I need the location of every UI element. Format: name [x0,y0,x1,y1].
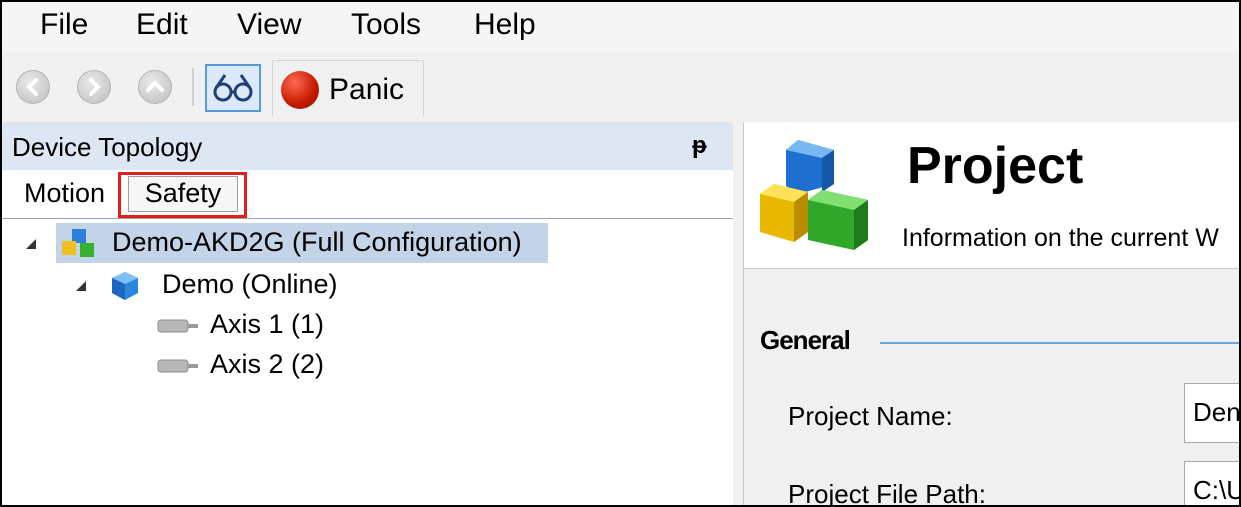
project-header: Project Information on the current W [744,122,1239,269]
panel-title: Device Topology [12,132,203,162]
project-file-path-field[interactable]: C:\U [1184,461,1239,505]
project-body: General Project Name: Den Project File P… [744,269,1239,507]
menu-bar: File Edit View Tools Help [2,2,1239,52]
panel-header: Device Topology ᵽ [2,122,733,170]
tree-label-device: Demo (Online) [162,269,338,299]
expanded-triangle-icon[interactable] [24,237,38,251]
topology-tabs: Motion Safety [2,170,733,218]
device-cube-icon [112,272,138,300]
tree-row-axis-1[interactable]: Axis 1 (1) [2,305,733,345]
project-cubes-icon [62,229,94,257]
tab-motion[interactable]: Motion [24,178,105,209]
panic-label: Panic [329,73,405,106]
motor-axis-icon [157,359,198,373]
forward-button[interactable] [77,70,111,104]
toolbar-separator [192,68,194,106]
panel-splitter[interactable] [733,122,743,505]
glasses-icon [213,74,253,102]
project-name-label: Project Name: [788,401,953,431]
motor-axis-icon [157,319,198,333]
app-window: File Edit View Tools Help Panic Device T… [0,0,1241,507]
section-divider [880,342,1239,344]
tree-label-axis-1: Axis 1 (1) [210,309,325,339]
toolbar: Panic [2,56,1239,118]
tree-label-root: Demo-AKD2G (Full Configuration) [112,227,522,257]
device-topology-panel: Device Topology ᵽ Motion Safety Demo-AKD… [2,122,733,505]
highlight-box [118,172,247,218]
up-arrow-icon [146,80,164,92]
menu-view[interactable]: View [237,8,301,42]
up-button[interactable] [138,70,172,104]
back-arrow-icon [26,78,38,96]
watch-button[interactable] [205,64,261,112]
page-subtitle: Information on the current W [902,224,1219,252]
project-cubes-icon [760,140,868,250]
stop-circle-icon [281,71,319,109]
back-button[interactable] [16,70,50,104]
menu-edit[interactable]: Edit [136,8,188,42]
menu-help[interactable]: Help [474,8,536,42]
expanded-triangle-icon[interactable] [74,279,88,293]
section-title-general: General [760,325,851,355]
menu-tools[interactable]: Tools [351,8,421,42]
project-name-field[interactable]: Den [1184,383,1239,443]
panic-button[interactable]: Panic [272,60,424,116]
tree-row-axis-2[interactable]: Axis 2 (2) [2,345,733,385]
menu-file[interactable]: File [40,8,88,42]
forward-arrow-icon [89,78,101,96]
pin-icon[interactable]: ᵽ [692,132,707,160]
project-file-path-label: Project File Path: [788,479,986,507]
tree-label-axis-2: Axis 2 (2) [210,349,325,379]
tree-row-root[interactable]: Demo-AKD2G (Full Configuration) [2,223,733,263]
tree-row-device[interactable]: Demo (Online) [2,265,733,305]
page-title: Project [907,137,1084,195]
topology-tree: Demo-AKD2G (Full Configuration) Demo (On… [2,218,733,505]
project-panel: Project Information on the current W Gen… [743,122,1239,507]
